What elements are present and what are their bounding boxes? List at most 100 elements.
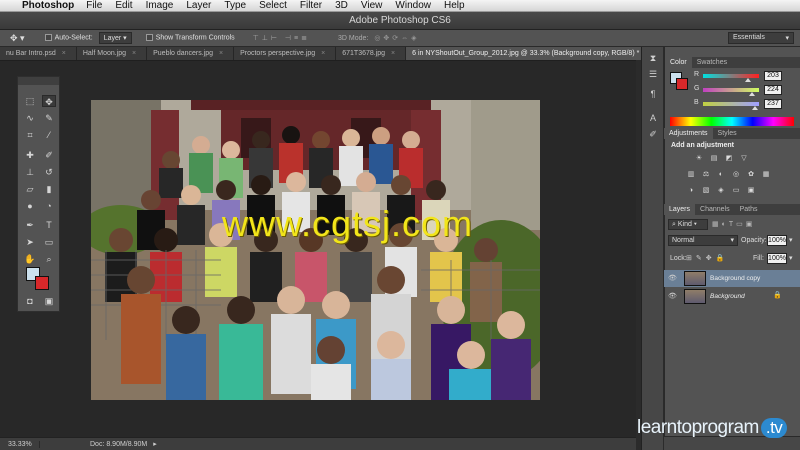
crop-tool-icon[interactable]: ⌗: [23, 129, 37, 141]
tab-layers[interactable]: Layers: [664, 204, 696, 215]
path-selection-tool-icon[interactable]: ➤: [23, 236, 37, 248]
eraser-tool-icon[interactable]: ▱: [23, 183, 37, 195]
tab-proctors[interactable]: Proctors perspective.jpg ×: [234, 47, 337, 60]
tools-panel-header[interactable]: [18, 77, 59, 85]
hand-tool-icon[interactable]: ✋: [23, 253, 37, 265]
dodge-tool-icon[interactable]: ◔: [42, 200, 56, 212]
status-menu-icon[interactable]: ▸: [153, 440, 157, 448]
history-brush-tool-icon[interactable]: ↺: [42, 166, 56, 178]
tab-swatches[interactable]: Swatches: [692, 57, 732, 68]
menu-window[interactable]: Window: [395, 0, 431, 11]
menu-edit[interactable]: Edit: [115, 0, 132, 11]
auto-select-checkbox[interactable]: [44, 34, 52, 42]
clone-stamp-tool-icon[interactable]: ⊥: [23, 166, 37, 178]
menu-file[interactable]: File: [86, 0, 102, 11]
eye-icon[interactable]: 👁: [668, 292, 677, 300]
fill-input[interactable]: 100%: [767, 253, 787, 264]
tab-color[interactable]: Color: [665, 57, 692, 68]
menu-image[interactable]: Image: [146, 0, 174, 11]
tab-menu-bar-intro[interactable]: nu Bar Intro.psd ×: [0, 47, 77, 60]
marquee-tool-icon[interactable]: ⬚: [23, 95, 37, 107]
blue-channel-value[interactable]: 237: [764, 99, 782, 109]
menu-filter[interactable]: Filter: [300, 0, 322, 11]
tab-671t3678[interactable]: 671T3678.jpg ×: [336, 47, 407, 60]
close-icon[interactable]: ×: [132, 50, 136, 57]
green-channel-value[interactable]: 224: [764, 85, 782, 95]
quick-mask-icon[interactable]: ◘: [23, 295, 37, 307]
adjustment-icon[interactable]: ▤: [709, 154, 719, 163]
document-size[interactable]: Doc: 8.90M/8.90M: [40, 441, 147, 448]
tab-group-photo[interactable]: 6 in NYShoutOut_Group_2012.jpg @ 33.3% (…: [406, 47, 647, 60]
close-icon[interactable]: ×: [321, 50, 325, 57]
color-panel-background[interactable]: [676, 78, 688, 90]
adjustment-icon[interactable]: ◎: [731, 170, 741, 179]
slider-handle[interactable]: [749, 92, 756, 96]
pen-tool-icon[interactable]: ✒: [23, 219, 37, 231]
layer-name[interactable]: Background: [710, 293, 745, 300]
history-panel-icon[interactable]: ⧗: [646, 53, 660, 65]
blur-tool-icon[interactable]: ●: [23, 200, 37, 212]
adjustment-icon[interactable]: ▥: [686, 170, 696, 179]
layer-kind-filter[interactable]: ⌕ Kind ▾: [668, 219, 708, 230]
tab-channels[interactable]: Channels: [695, 204, 735, 215]
red-channel-slider[interactable]: [703, 74, 759, 82]
layer-row-background[interactable]: 👁 Background 🔒: [664, 288, 800, 305]
close-icon[interactable]: ×: [219, 50, 223, 57]
tab-styles[interactable]: Styles: [713, 128, 742, 139]
menu-3d[interactable]: 3D: [335, 0, 348, 11]
blend-mode-dropdown[interactable]: Normal ▾: [668, 235, 738, 246]
properties-panel-icon[interactable]: ☰: [646, 69, 660, 81]
menu-view[interactable]: View: [361, 0, 383, 11]
adjustment-icon[interactable]: ⚖: [701, 170, 711, 179]
group-photo[interactable]: [91, 100, 540, 400]
adjustment-icon[interactable]: ▦: [761, 170, 771, 179]
layer-name[interactable]: Background copy: [710, 275, 760, 282]
adjustment-icon[interactable]: ◑: [686, 186, 696, 195]
spot-healing-tool-icon[interactable]: ✚: [23, 149, 37, 161]
green-channel-slider[interactable]: [703, 88, 759, 96]
zoom-tool-icon[interactable]: ⌕: [42, 253, 56, 265]
lock-icons[interactable]: ⊞✎✥🔒: [686, 254, 728, 262]
adjustment-icon[interactable]: ▣: [746, 186, 756, 195]
type-tool-icon[interactable]: T: [42, 219, 56, 231]
character-panel-icon[interactable]: A: [646, 113, 660, 125]
3d-mode-icons[interactable]: ◎✥⟳⇔◈: [374, 34, 419, 42]
tab-pueblo-dancers[interactable]: Pueblo dancers.jpg ×: [147, 47, 235, 60]
eye-icon[interactable]: 👁: [668, 274, 677, 282]
quick-select-tool-icon[interactable]: ✎: [42, 112, 56, 124]
lasso-tool-icon[interactable]: ∿: [23, 112, 37, 124]
tab-half-moon[interactable]: Half Moon.jpg ×: [77, 47, 148, 60]
slider-handle[interactable]: [744, 78, 751, 82]
brush-tool-icon[interactable]: ✐: [42, 149, 56, 161]
app-menu[interactable]: Photoshop: [22, 0, 74, 11]
adjustment-icon[interactable]: ☀: [694, 154, 704, 163]
align-icons[interactable]: ⊤⊥⊢ ⊣≡≣: [253, 34, 310, 42]
eyedropper-tool-icon[interactable]: ⁄: [42, 129, 56, 141]
opacity-input[interactable]: 100%: [767, 235, 787, 246]
tab-adjustments[interactable]: Adjustments: [664, 128, 713, 139]
menu-select[interactable]: Select: [259, 0, 287, 11]
move-tool-preset-icon[interactable]: ✥ ▾: [10, 33, 25, 44]
layer-row-background-copy[interactable]: 👁 Background copy: [664, 270, 800, 287]
blue-channel-slider[interactable]: [703, 102, 759, 110]
red-channel-value[interactable]: 203: [764, 71, 782, 81]
close-icon[interactable]: ×: [391, 50, 395, 57]
adjustment-icon[interactable]: ▧: [701, 186, 711, 195]
slider-handle[interactable]: [752, 106, 759, 110]
color-spectrum-ramp[interactable]: [670, 117, 794, 126]
move-tool-icon[interactable]: ✥: [42, 95, 56, 107]
gradient-tool-icon[interactable]: ▮: [42, 183, 56, 195]
close-icon[interactable]: ×: [62, 50, 66, 57]
adjustment-icon[interactable]: ◩: [724, 154, 734, 163]
brush-presets-icon[interactable]: ✐: [646, 129, 660, 141]
tab-paths[interactable]: Paths: [735, 204, 763, 215]
adjustment-icon[interactable]: ◈: [716, 186, 726, 195]
adjustment-icon[interactable]: ✿: [746, 170, 756, 179]
zoom-level[interactable]: 33.33%: [0, 440, 40, 448]
adjustment-icon[interactable]: ▭: [731, 186, 741, 195]
workspace-dropdown[interactable]: Essentials ▾: [728, 32, 794, 44]
adjustment-icon[interactable]: ◐: [716, 170, 726, 179]
auto-select-dropdown[interactable]: Layer ▾: [98, 32, 132, 44]
show-transform-checkbox[interactable]: [145, 34, 153, 42]
paragraph-panel-icon[interactable]: ¶: [646, 89, 660, 101]
